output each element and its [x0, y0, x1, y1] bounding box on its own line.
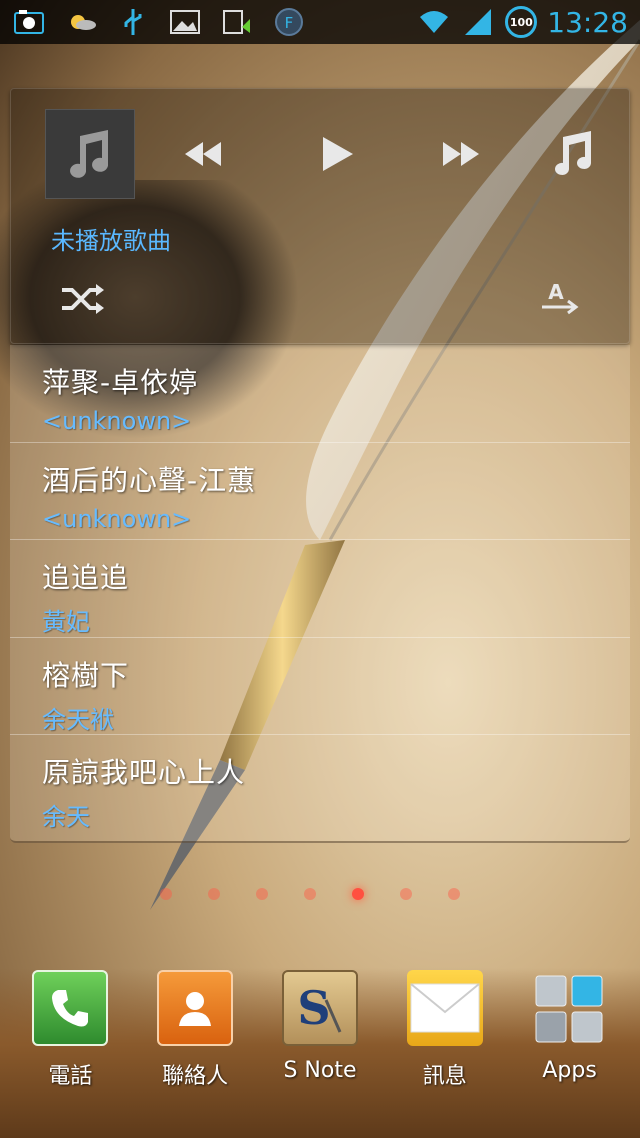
song-artist: <unknown> — [42, 407, 192, 435]
music-library-button[interactable] — [543, 129, 603, 179]
song-artist: <unknown> — [42, 504, 192, 533]
text-direction-icon: A — [542, 280, 579, 315]
page-indicator — [160, 888, 460, 900]
status-clock: 13:28 — [547, 5, 628, 39]
svg-text:F: F — [285, 14, 294, 32]
status-bar: F 100 13:28 — [0, 0, 640, 44]
dock-app-messages[interactable]: 訊息 — [390, 970, 500, 1100]
shuffle-button[interactable] — [57, 279, 107, 319]
text-direction-button[interactable]: A — [535, 279, 585, 319]
rewind-icon — [185, 142, 221, 166]
usb-icon — [116, 7, 150, 37]
dock-app-label: S Note — [283, 1058, 357, 1083]
fast-forward-button[interactable] — [431, 129, 491, 179]
app-dock: 電話 聯絡人 S S Note 訊息 Apps — [0, 970, 640, 1100]
song-title: 萍聚-卓依婷 — [42, 366, 199, 399]
wifi-icon — [417, 7, 451, 37]
dock-app-label: 電話 — [48, 1064, 93, 1089]
now-playing-title: 未播放歌曲 — [51, 227, 171, 255]
page-dot[interactable] — [448, 888, 460, 900]
song-list-item[interactable]: 追追追 黃妃 — [10, 540, 630, 638]
fast-forward-icon — [443, 142, 479, 166]
song-list-item[interactable]: 萍聚-卓依婷 <unknown> — [10, 345, 630, 443]
svg-text:A: A — [548, 280, 564, 304]
dock-app-snote[interactable]: S S Note — [265, 970, 375, 1100]
page-dot[interactable] — [304, 888, 316, 900]
dock-app-phone[interactable]: 電話 — [15, 970, 125, 1100]
contacts-icon[interactable] — [157, 970, 234, 1046]
signal-icon — [461, 7, 495, 37]
dock-app-label: 聯絡人 — [162, 1064, 229, 1089]
song-list-item[interactable]: 原諒我吧心上人 余天 — [10, 735, 630, 833]
screenshot-icon — [12, 7, 46, 37]
song-title: 榕樹下 — [42, 658, 130, 692]
page-dot[interactable] — [400, 888, 412, 900]
play-button[interactable] — [307, 129, 367, 179]
page-dot[interactable] — [160, 888, 172, 900]
dock-app-label: 訊息 — [422, 1064, 467, 1089]
song-title: 酒后的心聲-江蕙 — [42, 463, 257, 497]
dock-app-label: Apps — [542, 1058, 597, 1083]
gallery-icon — [168, 7, 202, 37]
weather-icon — [64, 7, 98, 37]
page-dot-active[interactable] — [352, 888, 364, 900]
play-icon — [323, 137, 353, 171]
snote-icon[interactable]: S — [281, 970, 358, 1046]
song-title: 原諒我吧心上人 — [42, 756, 246, 789]
svg-text:S: S — [297, 981, 330, 1035]
song-artist: 余天 — [42, 803, 90, 831]
song-artist: 余天袱 — [42, 705, 114, 734]
album-art-placeholder[interactable] — [45, 109, 135, 199]
battery-icon: 100 — [505, 6, 538, 38]
song-list-item[interactable]: 酒后的心聲-江蕙 <unknown> — [10, 443, 630, 540]
song-artist: 黃妃 — [42, 608, 90, 636]
song-list: 萍聚-卓依婷 <unknown> 酒后的心聲-江蕙 <unknown> 追追追 … — [10, 345, 630, 843]
update-icon — [220, 7, 254, 37]
apps-icon[interactable] — [532, 970, 608, 1046]
dock-app-apps[interactable]: Apps — [515, 970, 625, 1100]
dock-app-contacts[interactable]: 聯絡人 — [140, 970, 250, 1100]
f-app-icon: F — [272, 7, 306, 37]
page-dot[interactable] — [208, 888, 220, 900]
page-dot[interactable] — [256, 888, 268, 900]
phone-icon[interactable] — [32, 970, 109, 1046]
song-title: 追追追 — [42, 561, 130, 594]
song-list-item[interactable]: 榕樹下 余天袱 — [10, 638, 630, 735]
messages-icon[interactable] — [406, 970, 483, 1046]
music-note-icon — [70, 130, 109, 178]
music-player-widget: 未播放歌曲 A — [10, 88, 630, 344]
music-note-icon — [555, 131, 591, 175]
rewind-button[interactable] — [173, 129, 233, 179]
shuffle-icon — [62, 284, 104, 314]
